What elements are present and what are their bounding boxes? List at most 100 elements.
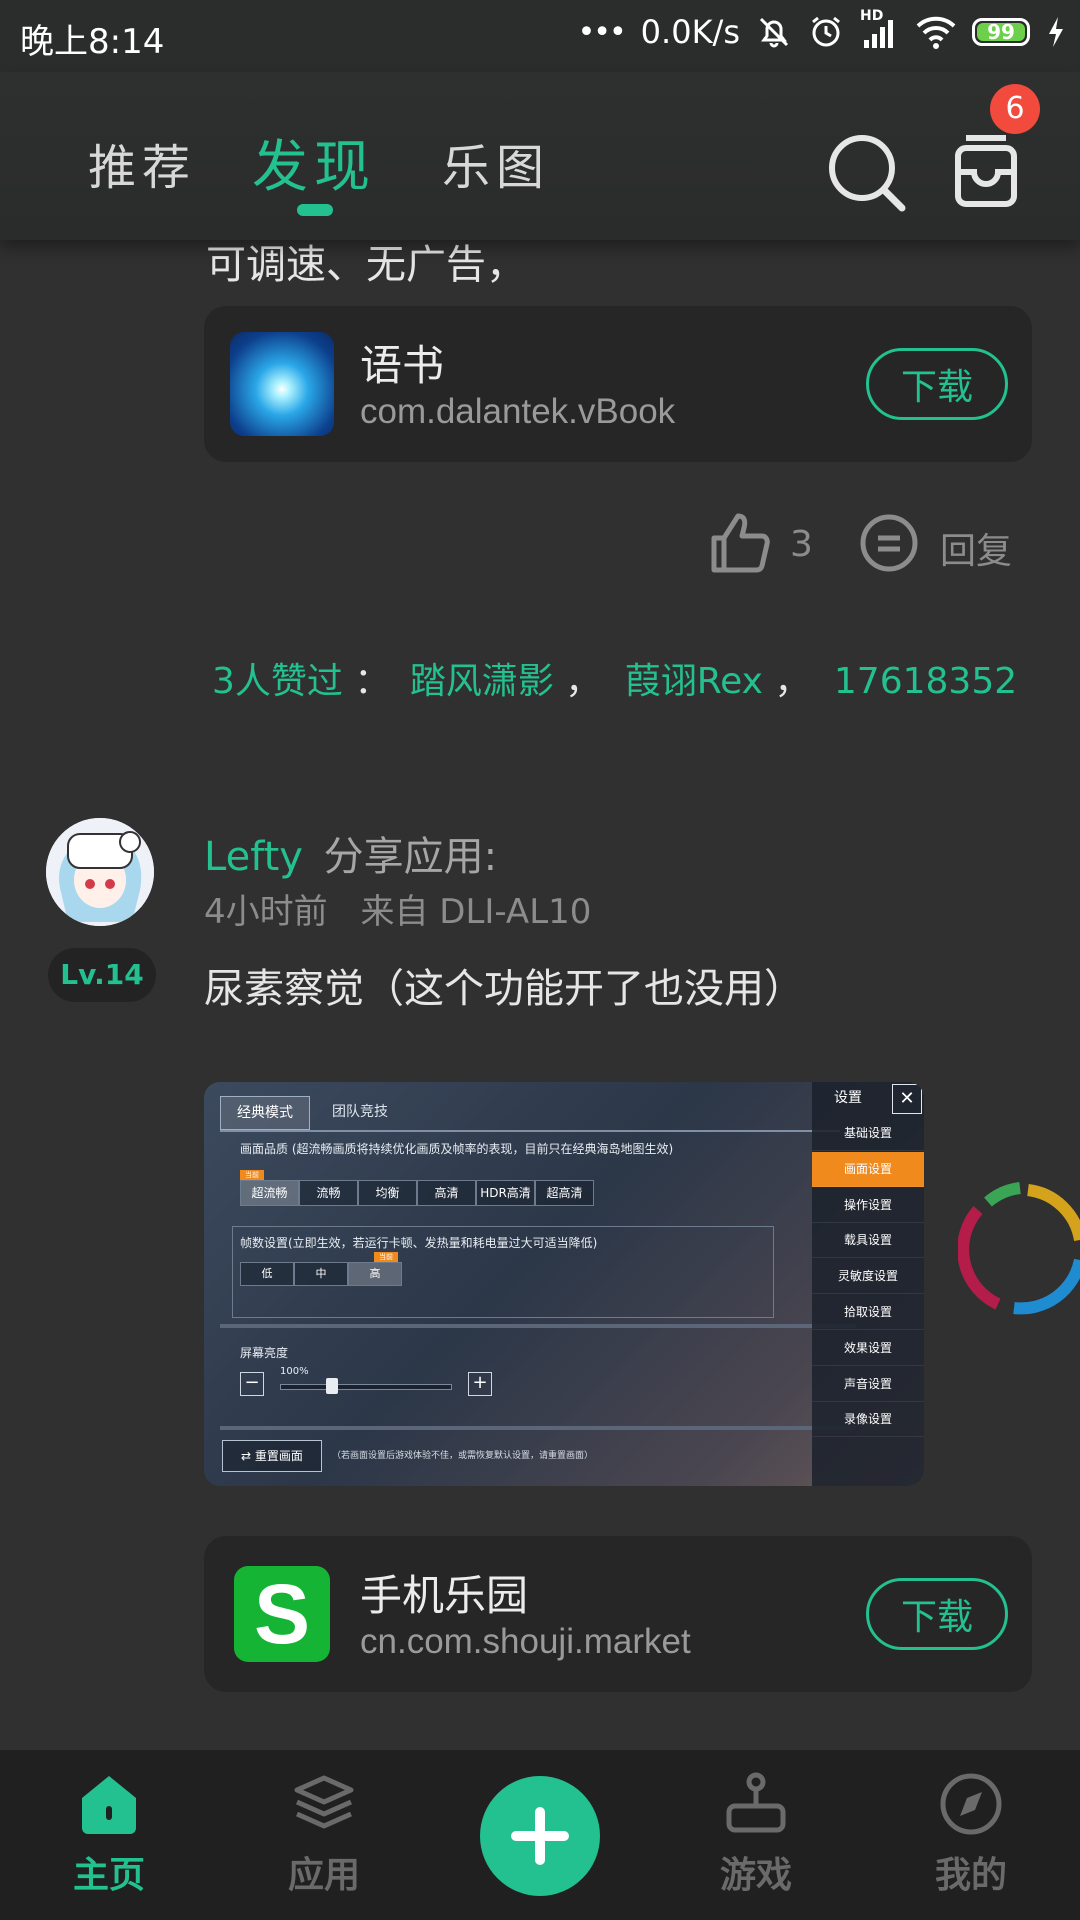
settings-menu-title: 设置 [834,1090,862,1106]
reset-note: （若画面设置后游戏体验不佳，或需恢复默认设置，请重置画面） [332,1451,594,1461]
liker-name[interactable]: 葭诩Rex [625,661,763,702]
app-card-vbook[interactable]: 语书 com.dalantek.vBook 下载 [204,306,1032,462]
nav-me[interactable]: 我的 [896,1772,1046,1898]
post-image[interactable]: 经典模式 团队竞技 画面品质 (超流畅画质将持续优化画质及帧率的表现，目前只在经… [204,1082,924,1486]
tab-recommend[interactable]: 推荐 [88,128,196,198]
liker-name[interactable]: 17618352 [834,661,1017,702]
brightness-slider [280,1378,452,1394]
quality-current-tag: 当前 [240,1170,264,1180]
network-speed: 0.0K/s [640,13,740,51]
nav-apps[interactable]: 应用 [249,1772,399,1898]
reply-label[interactable]: 回复 [940,522,1012,574]
joystick-icon [726,1772,786,1833]
alarm-icon [812,16,840,47]
status-bar: 晚上8:14 ••• 0.0K/s HD 99 [0,0,1080,72]
status-time: 晚上8:14 [20,22,165,62]
section-divider [220,1324,856,1328]
settings-menu-item: 灵敏度设置 [812,1259,924,1295]
game-tab: 经典模式 [220,1096,310,1130]
status-icons: ••• 0.0K/s HD 99 [577,8,1066,52]
avatar-image [46,818,154,926]
quality-options: 超流畅 流畅 均衡 高清 HDR高清 超高清 [240,1180,594,1206]
battery-icon: 99 [972,18,1030,46]
quality-option: 均衡 [358,1180,417,1206]
post-text: 可调速、无广告， [206,242,526,288]
quality-option: HDR高清 [476,1180,535,1206]
brightness-slider-handle [326,1378,338,1394]
nav-label: 主页 [72,1855,145,1896]
liker-name[interactable]: 踏风潇影 [410,661,554,702]
compass-icon [940,1773,1002,1835]
settings-menu-item: 效果设置 [812,1331,924,1366]
tab-pictures[interactable]: 乐图 [442,128,550,198]
nav-games[interactable]: 游戏 [681,1772,831,1898]
app-name: 手机乐园 [360,1571,529,1620]
game-tab-divider [220,1130,840,1132]
bottom-nav: 主页 应用 游戏 我的 [0,1750,1080,1920]
like-count: 3 [790,524,813,565]
dots-icon: ••• [577,14,627,50]
download-button[interactable]: 下载 [866,348,1008,420]
nav-label: 应用 [287,1855,360,1896]
settings-menu-item: 载具设置 [812,1223,924,1259]
app-package: cn.com.shouji.market [360,1622,691,1661]
settings-menu-item: 声音设置 [812,1367,924,1402]
brightness-title: 屏幕亮度 [240,1346,289,1360]
vbook-app-icon [230,332,334,436]
post-button[interactable] [480,1776,600,1896]
reply-button[interactable] [858,512,920,574]
likers-line: 3人赞过 ： 踏风潇影 ， 葭诩Rex ， 17618352 [212,652,1017,704]
app-package: com.dalantek.vBook [360,392,676,431]
reset-graphics-button: ⇄ 重置画面 [222,1440,322,1472]
quality-option: 超流畅 [240,1180,299,1206]
tab-discover[interactable]: 发现 [252,122,376,203]
quality-option: 高清 [417,1180,476,1206]
post-source: 来自 DLI-AL10 [360,892,592,932]
search-icon[interactable] [818,124,918,224]
tab-indicator [297,204,333,216]
fps-option: 低 [240,1262,294,1286]
fps-title: 帧数设置(立即生效，若运行卡顿、发热量和耗电量过大可适当降低) [240,1236,598,1250]
quality-option: 超高清 [535,1180,594,1206]
shouji-app-icon: S [234,1566,330,1662]
likers-colon: ： [354,661,391,702]
download-button[interactable]: 下载 [866,1578,1008,1650]
section-divider [220,1426,856,1430]
post-header: Lefty 分享应用: [204,824,497,882]
settings-menu-item: 操作设置 [812,1188,924,1223]
liker-separator: ， [565,661,602,702]
brightness-minus-button: − [240,1372,264,1396]
wifi-icon [916,16,956,49]
nav-label: 我的 [934,1855,1007,1896]
quality-option: 流畅 [299,1180,358,1206]
charging-icon [1049,17,1063,47]
layers-icon [294,1775,354,1829]
comment-icon [860,514,918,572]
battery-level: 99 [987,20,1015,44]
brightness-value: 100% [280,1366,309,1377]
like-button[interactable] [704,508,774,578]
settings-menu-item: 录像设置 [812,1402,924,1438]
home-icon [82,1776,136,1834]
fps-option: 中 [294,1262,348,1286]
inbox-badge: 6 [990,84,1040,134]
nav-home[interactable]: 主页 [34,1772,184,1898]
top-nav: 推荐 发现 乐图 6 [0,72,1080,240]
settings-menu-item: 基础设置 [812,1116,924,1151]
username[interactable]: Lefty [204,834,303,880]
app-card-shouji[interactable]: S 手机乐园 cn.com.shouji.market 下载 [204,1536,1032,1692]
post-text: 尿素察觉（这个功能开了也没用） [204,966,804,1012]
inbox-icon [955,135,1017,207]
quality-title: 画面品质 (超流畅画质将持续优化画质及帧率的表现，目前只在经典海岛地图生效) [240,1142,674,1156]
avatar[interactable] [46,818,154,926]
settings-menu: 设置 ✕ 基础设置 画面设置 操作设置 载具设置 灵敏度设置 拾取设置 效果设置 声音设置 录像… [812,1082,924,1486]
settings-menu-item: 画面设置 [812,1151,924,1187]
post-action: 分享应用: [323,834,498,880]
app-name: 语书 [360,341,445,390]
settings-menu-item: 拾取设置 [812,1295,924,1330]
inbox-button[interactable] [950,128,1024,218]
post-time: 4小时前 [204,892,328,932]
brightness-plus-button: + [468,1372,492,1396]
level-badge: Lv.14 [48,948,156,1002]
settings-menu-list: 基础设置 画面设置 操作设置 载具设置 灵敏度设置 拾取设置 效果设置 声音设置 录像设置 [812,1116,924,1438]
